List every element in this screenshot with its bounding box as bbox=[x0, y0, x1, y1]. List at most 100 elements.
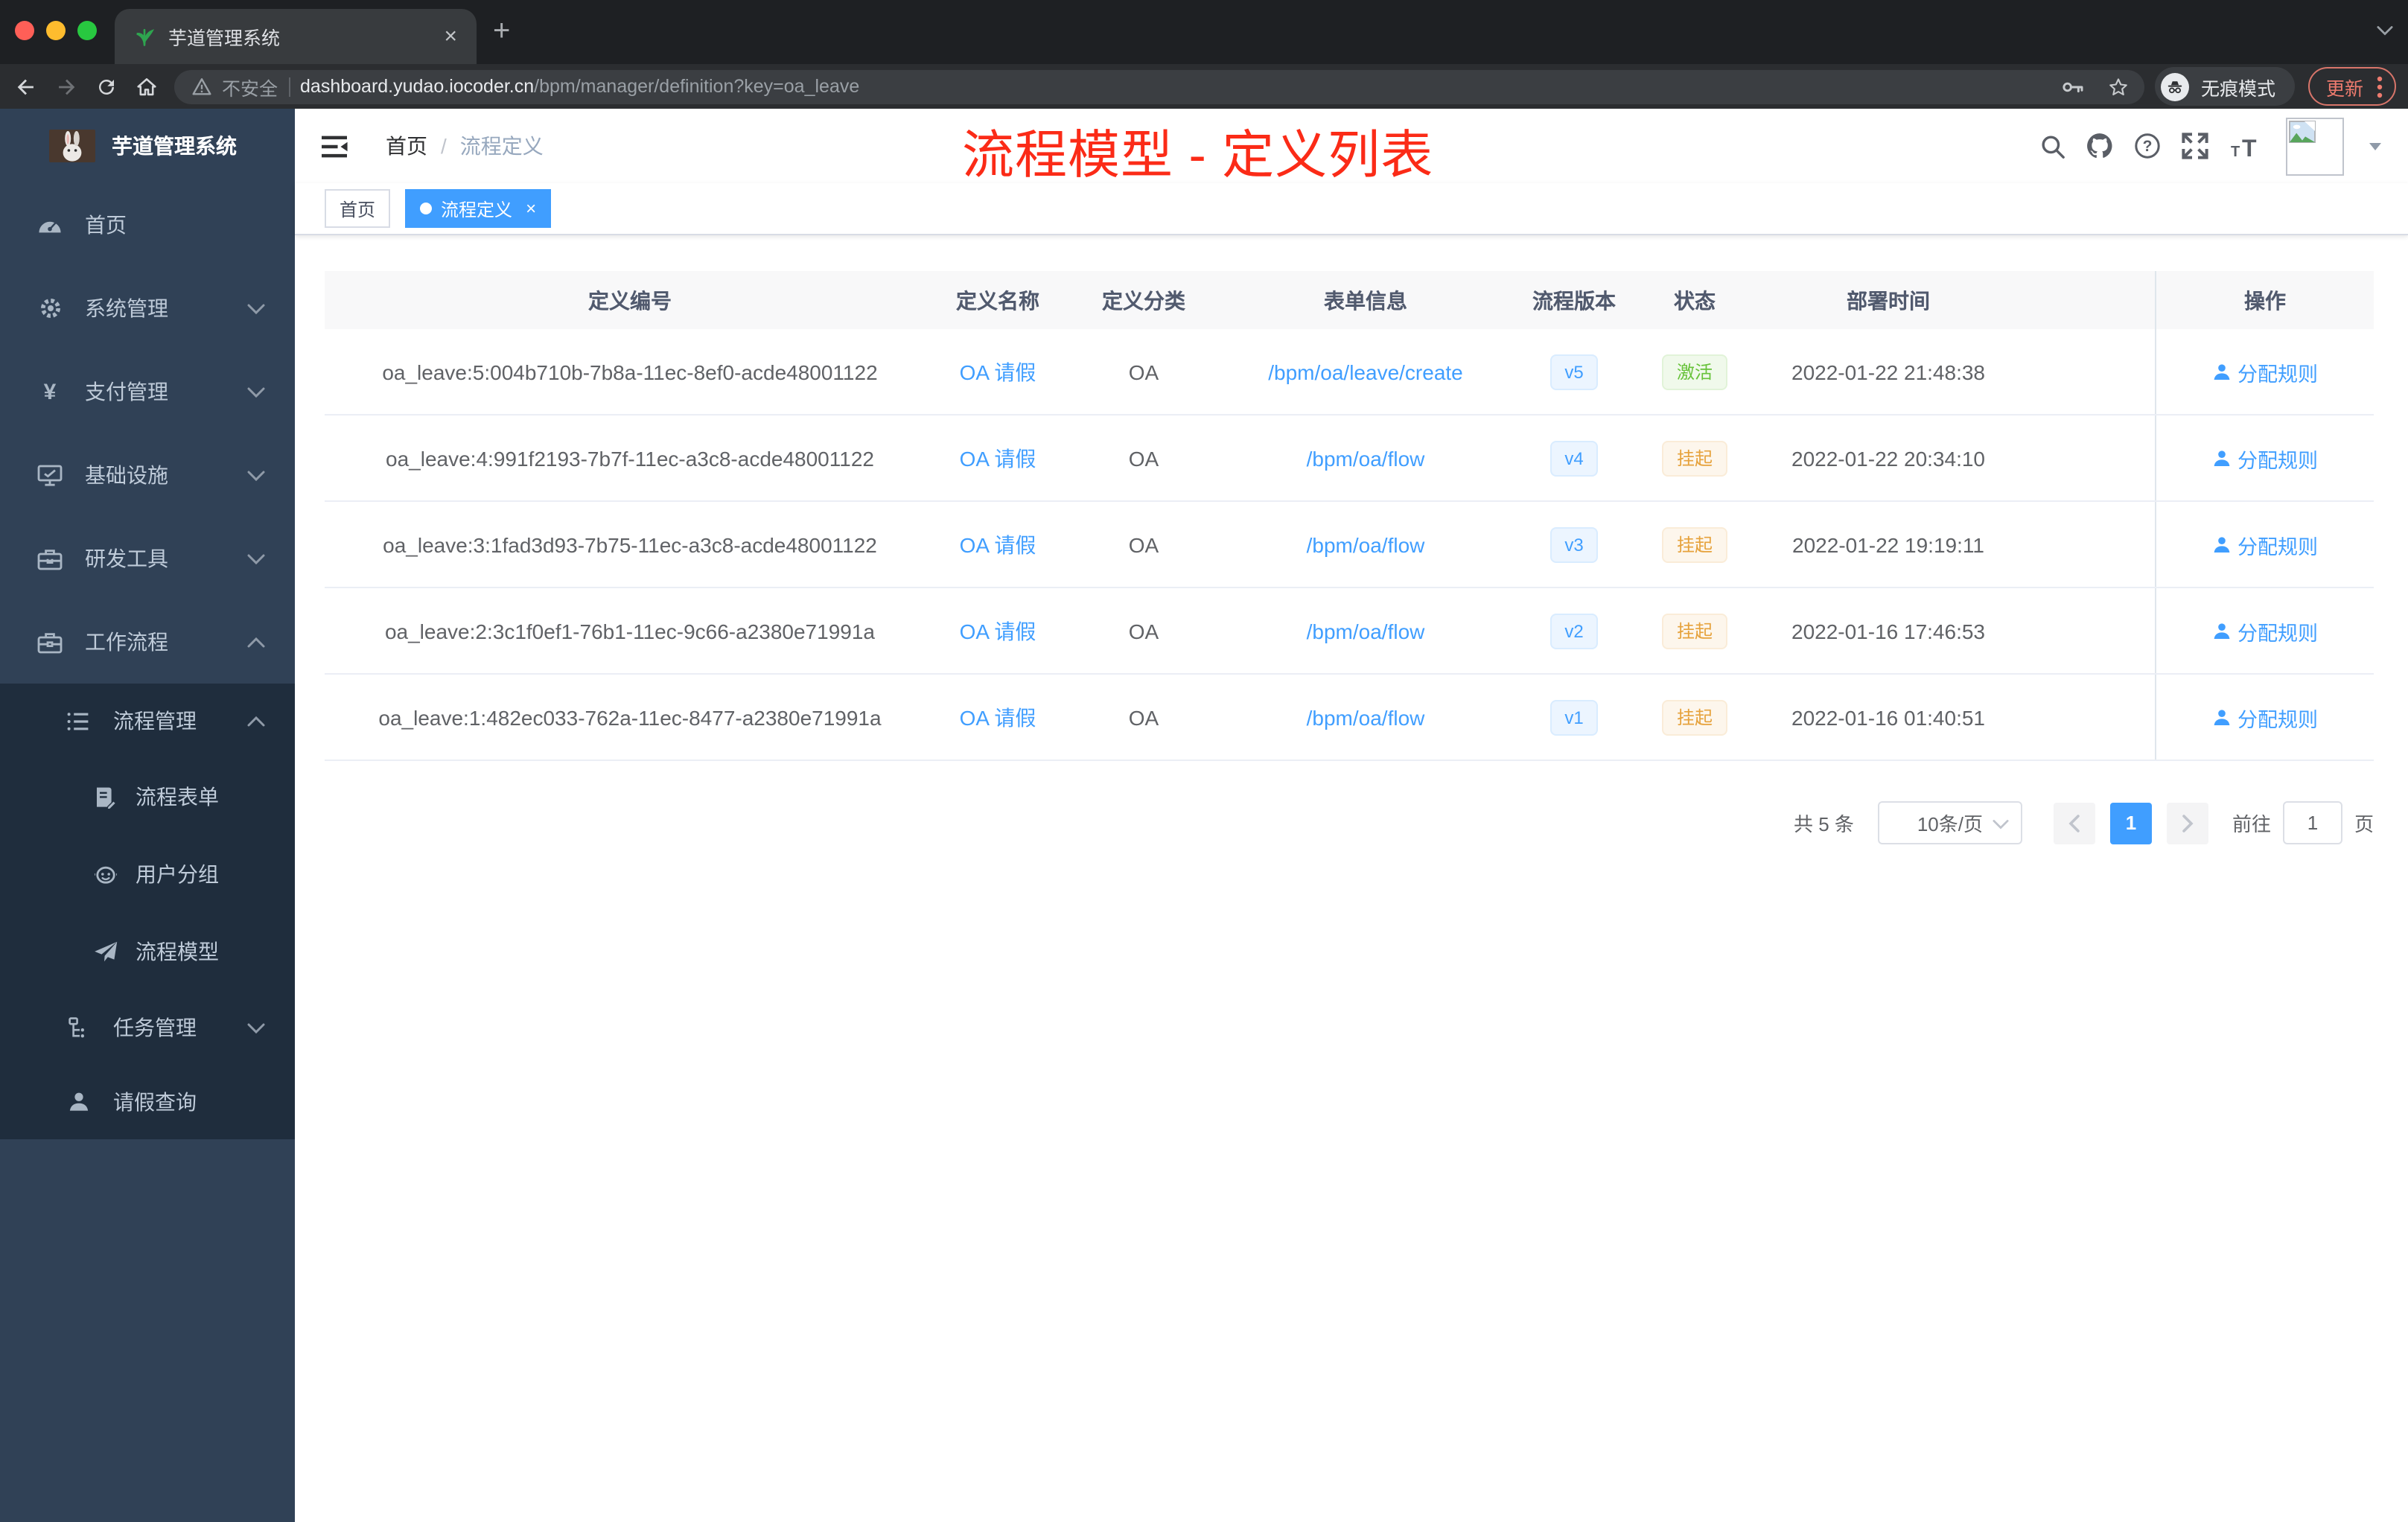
avatar-broken-image[interactable] bbox=[2286, 117, 2344, 175]
bookmark-star-icon[interactable] bbox=[2107, 75, 2130, 98]
sidebar-item-label: 首页 bbox=[85, 213, 127, 237]
definition-name-link[interactable]: OA 请假 bbox=[960, 443, 1036, 473]
version-badge: v3 bbox=[1549, 526, 1599, 562]
tag-home[interactable]: 首页 bbox=[325, 189, 391, 228]
chevron-down-icon bbox=[247, 470, 265, 480]
page-size-select[interactable]: 10条/页 bbox=[1877, 801, 2022, 844]
definition-category: OA bbox=[1128, 446, 1159, 470]
definition-name-link[interactable]: OA 请假 bbox=[960, 702, 1036, 732]
table-row: oa_leave:4:991f2193-7b7f-11ec-a3c8-acde4… bbox=[325, 415, 2374, 502]
definition-name-link[interactable]: OA 请假 bbox=[960, 357, 1036, 386]
next-page-button[interactable] bbox=[2166, 802, 2208, 844]
main-area: 流程模型 - 定义列表 首页 / 流程定义 ? T T 首页 流程定义 × 定义… bbox=[295, 109, 2408, 1522]
form-info-link[interactable]: /bpm/oa/flow bbox=[1307, 532, 1425, 556]
assign-rule-label: 分配规则 bbox=[2237, 449, 2318, 471]
tag-label: 流程定义 bbox=[441, 199, 513, 220]
sidebar-item-devtools[interactable]: 研发工具 bbox=[0, 517, 295, 600]
assign-rule-button[interactable]: 分配规则 bbox=[2212, 529, 2318, 559]
incognito-badge: 无痕模式 bbox=[2154, 67, 2295, 106]
sidebar-item-process-model[interactable]: 流程模型 bbox=[0, 913, 295, 990]
close-window-button[interactable] bbox=[15, 21, 34, 40]
browser-window: 芋道管理系统 × + 不安全 dashboard.yudao.iocoder.c… bbox=[0, 0, 2408, 1522]
filler-cell bbox=[2031, 502, 2155, 587]
page-content: 定义编号 定义名称 定义分类 表单信息 流程版本 状态 部署时间 操作 oa_l… bbox=[295, 235, 2408, 1522]
deploy-time: 2022-01-22 21:48:38 bbox=[1791, 360, 1985, 383]
minimize-window-button[interactable] bbox=[46, 21, 66, 40]
col-header-actions: 操作 bbox=[2155, 271, 2374, 329]
table-row: oa_leave:1:482ec033-762a-11ec-8477-a2380… bbox=[325, 675, 2374, 761]
browser-tab[interactable]: 芋道管理系统 × bbox=[115, 9, 477, 64]
col-header-definition-name: 定义名称 bbox=[956, 288, 1039, 312]
insecure-label[interactable]: 不安全 bbox=[222, 72, 278, 101]
fullscreen-icon[interactable] bbox=[2182, 133, 2208, 159]
definition-category: OA bbox=[1128, 705, 1159, 729]
sidebar-item-system[interactable]: 系统管理 bbox=[0, 267, 295, 350]
help-question-icon[interactable]: ? bbox=[2134, 133, 2161, 159]
sidebar-item-task-management[interactable]: 任务管理 bbox=[0, 990, 295, 1065]
tab-title: 芋道管理系统 bbox=[168, 28, 281, 49]
assign-rule-button[interactable]: 分配规则 bbox=[2212, 616, 2318, 646]
prev-page-button[interactable] bbox=[2053, 802, 2095, 844]
home-icon[interactable] bbox=[127, 67, 167, 106]
form-info-link[interactable]: /bpm/oa/flow bbox=[1307, 446, 1425, 470]
table-row: oa_leave:5:004b710b-7b8a-11ec-8ef0-acde4… bbox=[325, 329, 2374, 415]
github-icon[interactable] bbox=[2086, 133, 2113, 159]
assign-rule-button[interactable]: 分配规则 bbox=[2212, 357, 2318, 386]
tag-label: 首页 bbox=[340, 199, 376, 220]
collapse-sidebar-hamburger-icon[interactable] bbox=[320, 133, 348, 159]
annotation-text: 流程模型 - 定义列表 bbox=[962, 127, 1434, 185]
status-badge: 激活 bbox=[1661, 354, 1727, 389]
sidebar-item-infrastructure[interactable]: 基础设施 bbox=[0, 433, 295, 517]
form-info-link[interactable]: /bpm/oa/leave/create bbox=[1268, 360, 1463, 383]
traffic-lights bbox=[15, 21, 97, 40]
toolbox-icon bbox=[37, 547, 63, 570]
url-bar[interactable]: 不安全 dashboard.yudao.iocoder.cn /bpm/mana… bbox=[174, 69, 2144, 104]
definition-name-link[interactable]: OA 请假 bbox=[960, 616, 1036, 646]
sidebar-item-user-group[interactable]: 用户分组 bbox=[0, 835, 295, 913]
sidebar-item-home[interactable]: 首页 bbox=[0, 183, 295, 267]
sidebar-item-process-form[interactable]: 流程表单 bbox=[0, 758, 295, 835]
browser-menu-kebab-icon[interactable] bbox=[2377, 75, 2383, 98]
zoom-window-button[interactable] bbox=[77, 21, 97, 40]
sidebar-item-process-management[interactable]: 流程管理 bbox=[0, 684, 295, 758]
password-key-icon[interactable] bbox=[2061, 77, 2085, 96]
sidebar-item-label: 基础设施 bbox=[85, 463, 168, 487]
assign-rule-button[interactable]: 分配规则 bbox=[2212, 702, 2318, 732]
definition-name-link[interactable]: OA 请假 bbox=[960, 529, 1036, 559]
assign-rule-button[interactable]: 分配规则 bbox=[2212, 443, 2318, 473]
dashboard-icon bbox=[37, 214, 63, 236]
search-icon[interactable] bbox=[2040, 133, 2065, 159]
font-size-icon[interactable]: TT bbox=[2229, 133, 2259, 159]
tab-strip: 芋道管理系统 × + bbox=[0, 0, 2408, 64]
tag-process-definition[interactable]: 流程定义 × bbox=[405, 189, 552, 228]
chevron-down-icon bbox=[247, 553, 265, 564]
avatar-dropdown-caret-icon[interactable] bbox=[2369, 142, 2381, 150]
monitor-icon bbox=[37, 463, 63, 487]
breadcrumb-home[interactable]: 首页 bbox=[386, 131, 427, 161]
sidebar-item-label: 流程管理 bbox=[113, 709, 197, 733]
update-button[interactable]: 更新 bbox=[2307, 67, 2396, 106]
goto-page-input[interactable] bbox=[2282, 801, 2342, 844]
tab-search-chevron-icon[interactable] bbox=[2377, 25, 2393, 36]
reload-icon[interactable] bbox=[86, 67, 127, 106]
assign-rule-label: 分配规则 bbox=[2237, 622, 2318, 644]
sidebar-item-payment[interactable]: ¥ 支付管理 bbox=[0, 350, 295, 433]
form-info-link[interactable]: /bpm/oa/flow bbox=[1307, 619, 1425, 643]
tags-view-bar: 首页 流程定义 × bbox=[295, 183, 2408, 235]
robot-icon bbox=[92, 864, 118, 885]
sidebar-item-label: 流程模型 bbox=[136, 940, 219, 964]
new-tab-button[interactable]: + bbox=[493, 16, 510, 46]
sidebar-item-workflow[interactable]: 工作流程 bbox=[0, 600, 295, 684]
tab-close-icon[interactable]: × bbox=[439, 25, 462, 48]
form-info-link[interactable]: /bpm/oa/flow bbox=[1307, 705, 1425, 729]
list-icon bbox=[66, 711, 91, 730]
sidebar-item-leave-query[interactable]: 请假查询 bbox=[0, 1065, 295, 1139]
status-badge: 挂起 bbox=[1661, 613, 1727, 649]
filler-cell bbox=[2031, 329, 2155, 414]
back-icon[interactable] bbox=[6, 67, 46, 106]
deploy-time: 2022-01-16 01:40:51 bbox=[1791, 705, 1985, 729]
col-header-definition-id: 定义编号 bbox=[588, 288, 672, 312]
page-number-1[interactable]: 1 bbox=[2109, 802, 2152, 844]
tag-close-icon[interactable]: × bbox=[526, 200, 536, 217]
svg-text:T: T bbox=[2231, 143, 2240, 159]
